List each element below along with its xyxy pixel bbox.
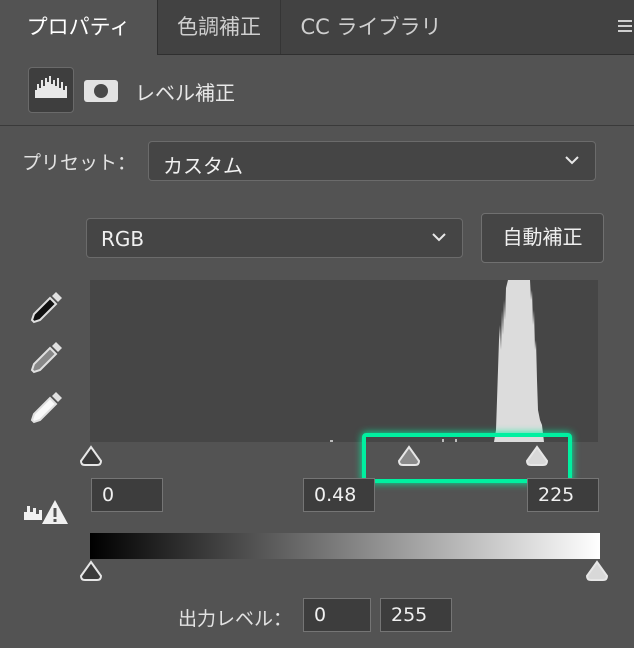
input-white-field[interactable]: 225 <box>527 478 599 512</box>
chevron-down-icon <box>565 156 579 165</box>
gray-point-eyedropper-icon[interactable] <box>26 338 66 378</box>
output-white-slider-handle[interactable] <box>585 560 609 582</box>
input-black-field[interactable]: 0 <box>91 478 163 512</box>
highlight-box <box>362 433 572 483</box>
preset-select[interactable]: カスタム <box>148 141 596 181</box>
output-levels-label: 出力レベル： <box>178 608 293 630</box>
layer-mask-icon[interactable] <box>84 80 118 102</box>
panel-tab-bar: プロパティ 色調補正 CC ライブラリ <box>0 0 634 55</box>
output-black-field[interactable]: 0 <box>303 598 371 632</box>
properties-header: レベル補正 <box>0 55 634 126</box>
input-black-slider-handle[interactable] <box>79 445 103 467</box>
levels-adjustment-icon[interactable] <box>28 67 74 113</box>
black-point-eyedropper-icon[interactable] <box>26 288 66 328</box>
clipping-warning-icon[interactable] <box>22 498 70 526</box>
output-white-field[interactable]: 255 <box>380 598 452 632</box>
preset-label: プリセット： <box>22 152 137 174</box>
input-gamma-field[interactable]: 0.48 <box>303 478 375 512</box>
white-point-eyedropper-icon[interactable] <box>26 388 66 428</box>
output-black-slider-handle[interactable] <box>79 560 103 582</box>
tab-cc-libraries[interactable]: CC ライブラリ <box>281 0 461 54</box>
histogram <box>90 280 598 442</box>
channel-select[interactable]: RGB <box>86 218 463 258</box>
panel-menu-icon[interactable] <box>618 20 632 35</box>
channel-value: RGB <box>101 227 145 251</box>
preset-value: カスタム <box>163 154 243 178</box>
auto-button[interactable]: 自動補正 <box>481 213 604 263</box>
tab-properties[interactable]: プロパティ <box>0 0 158 55</box>
adjustment-title: レベル補正 <box>135 81 235 105</box>
output-gradient-bar <box>90 533 600 559</box>
tab-adjustments[interactable]: 色調補正 <box>158 0 281 54</box>
chevron-down-icon <box>432 233 446 242</box>
